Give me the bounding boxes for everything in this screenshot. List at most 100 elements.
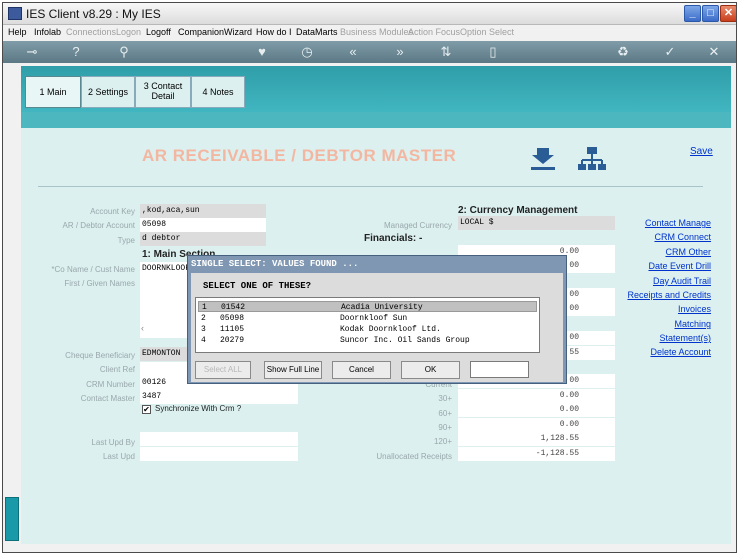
value-list[interactable]: 1 01542 Acadia University 2 05098 Doornk…	[195, 297, 540, 353]
row-name: Kodak Doornkloof Ltd.	[340, 325, 441, 334]
contact-master-field[interactable]: 3487	[140, 390, 298, 404]
link-statements[interactable]: Statement(s)	[659, 333, 711, 343]
row-number: 2	[201, 314, 206, 323]
last-upd-by-field[interactable]	[140, 432, 298, 446]
tab-contact-detail[interactable]: 3 Contact Detail	[135, 76, 191, 108]
search-icon[interactable]: ⚲	[115, 43, 133, 61]
menu-connections[interactable]: Connections	[66, 27, 116, 37]
amount-60: 0.00	[458, 403, 615, 417]
aging-120-label: 120+	[433, 437, 452, 446]
help-icon[interactable]: ?	[67, 43, 85, 61]
recycle-icon[interactable]: ♻	[614, 43, 632, 61]
amount-30: 0.00	[458, 389, 615, 403]
last-upd-label: Last Upd	[102, 452, 135, 461]
app-window: IES Client v8.29 : My IES _ □ ✕ Help Inf…	[2, 2, 737, 553]
link-contact-manage[interactable]: Contact Manage	[645, 218, 711, 228]
clock-icon[interactable]: ◷	[298, 43, 316, 61]
debtor-account-label: AR / Debtor Account	[62, 221, 135, 230]
type-label: Type	[117, 236, 135, 245]
list-item[interactable]: 3 11105 Kodak Doornkloof Ltd.	[198, 324, 537, 335]
tab-underline-band	[21, 112, 731, 128]
show-full-line-button[interactable]: Show Full Line	[264, 361, 322, 379]
tab-notes[interactable]: 4 Notes	[191, 76, 245, 108]
managed-currency-field[interactable]: LOCAL $	[458, 216, 615, 230]
crm-number-label: CRM Number	[86, 380, 135, 389]
dialog-prompt: SELECT ONE OF THESE?	[203, 281, 312, 291]
cheque-beneficiary-label: Cheque Beneficiary	[65, 351, 135, 360]
aging-60-label: 60+	[438, 409, 452, 418]
menu-datamarts[interactable]: DataMarts	[296, 27, 338, 37]
debtor-account-field[interactable]: 05098	[140, 218, 266, 232]
unallocated-receipts-label: Unallocated Receipts	[376, 452, 452, 461]
amount-unallocated: -1,128.55	[458, 447, 615, 461]
hierarchy-icon[interactable]	[577, 146, 607, 172]
filter-input[interactable]	[470, 361, 529, 378]
last-upd-by-label: Last Upd By	[91, 438, 135, 447]
menu-how-do-i[interactable]: How do I	[256, 27, 292, 37]
forward-icon[interactable]: »	[391, 43, 409, 61]
financials-heading: Financials: -	[364, 233, 423, 244]
dialog-body: SELECT ONE OF THESE? 1 01542 Acadia Univ…	[191, 273, 563, 382]
close-button[interactable]: ✕	[720, 5, 736, 22]
exit-icon[interactable]: ✕	[705, 43, 723, 61]
app-icon	[8, 7, 22, 20]
last-upd-field[interactable]	[140, 447, 298, 461]
menu-logoff[interactable]: Logoff	[146, 27, 171, 37]
link-receipts-and-credits[interactable]: Receipts and Credits	[627, 290, 711, 300]
ok-button[interactable]: OK	[401, 361, 460, 379]
menu-action-focus[interactable]: Action Focus	[408, 27, 460, 37]
side-panel-stub[interactable]	[5, 497, 19, 541]
save-link[interactable]: Save	[690, 146, 713, 157]
contact-master-label: Contact Master	[80, 394, 135, 403]
maximize-button[interactable]: □	[702, 5, 719, 22]
menu-companion[interactable]: Companion	[178, 27, 224, 37]
divider	[38, 186, 703, 187]
list-item[interactable]: 4 20279 Suncor Inc. Oil Sands Group	[198, 335, 537, 346]
menu-bar: Help Infolab Connections Logon Logoff Co…	[3, 25, 736, 41]
sync-crm-label: Synchronize With Crm ?	[155, 404, 242, 413]
heart-icon[interactable]: ♥	[253, 43, 271, 61]
tab-strip: 1 Main 2 Settings 3 Contact Detail 4 Not…	[21, 66, 731, 112]
managed-currency-label: Managed Currency	[383, 221, 452, 230]
type-field[interactable]: d debtor	[140, 232, 266, 246]
tab-main[interactable]: 1 Main	[25, 76, 81, 108]
page-title: AR RECEIVABLE / DEBTOR MASTER	[142, 146, 457, 165]
list-item[interactable]: 1 01542 Acadia University	[198, 301, 537, 312]
menu-business-modules[interactable]: Business Modules	[340, 27, 413, 37]
first-name-label: First / Given Names	[64, 279, 135, 288]
toolbar: ⊸ ? ⚲ ♥ ◷ « » ⇅ ▯ ♻ ✓ ✕	[3, 41, 736, 63]
check-icon[interactable]: ✓	[661, 43, 679, 61]
row-name: Doornkloof Sun	[340, 314, 408, 323]
link-delete-account[interactable]: Delete Account	[650, 347, 711, 357]
row-number: 3	[201, 325, 206, 334]
list-item[interactable]: 2 05098 Doornkloof Sun	[198, 313, 537, 324]
sync-crm-checkbox[interactable]: ✔	[142, 405, 151, 414]
link-invoices[interactable]: Invoices	[678, 304, 711, 314]
sort-icon[interactable]: ⇅	[437, 43, 455, 61]
row-code: 01542	[221, 303, 246, 312]
link-crm-other[interactable]: CRM Other	[665, 247, 711, 257]
account-key-field[interactable]: ,kod,aca,sun	[140, 204, 266, 218]
cancel-button[interactable]: Cancel	[332, 361, 391, 379]
minimize-button[interactable]: _	[684, 5, 701, 22]
link-day-audit-trail[interactable]: Day Audit Trail	[653, 276, 711, 286]
menu-help[interactable]: Help	[8, 27, 27, 37]
tab-settings[interactable]: 2 Settings	[81, 76, 135, 108]
link-crm-connect[interactable]: CRM Connect	[654, 232, 711, 242]
stop-icon[interactable]: ▯	[484, 43, 502, 61]
link-matching[interactable]: Matching	[674, 319, 711, 329]
menu-logon[interactable]: Logon	[116, 27, 141, 37]
title-bar: IES Client v8.29 : My IES _ □ ✕	[3, 3, 736, 25]
menu-option-select[interactable]: Option Select	[460, 27, 514, 37]
download-icon[interactable]	[528, 146, 558, 172]
menu-infolab[interactable]: Infolab	[34, 27, 61, 37]
rewind-icon[interactable]: «	[344, 43, 362, 61]
link-date-event-drill[interactable]: Date Event Drill	[648, 261, 711, 271]
menu-wizard[interactable]: Wizard	[224, 27, 252, 37]
key-icon[interactable]: ⊸	[21, 43, 43, 61]
currency-heading: 2: Currency Management	[458, 205, 578, 216]
scroll-left-icon[interactable]: ‹	[141, 323, 144, 333]
select-all-button[interactable]: Select ALL	[195, 361, 251, 379]
window-title: IES Client v8.29 : My IES	[26, 7, 161, 21]
row-number: 1	[202, 303, 207, 312]
